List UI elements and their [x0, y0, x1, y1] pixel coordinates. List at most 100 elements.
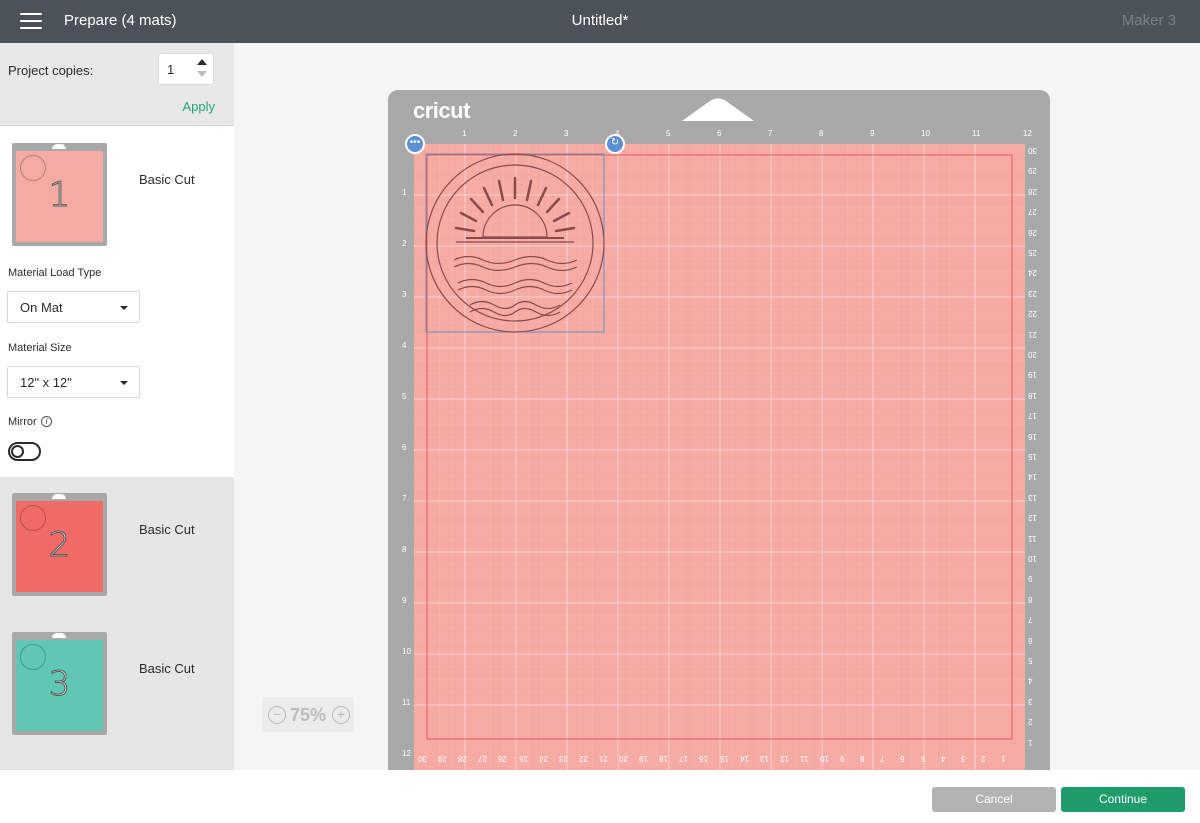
ruler-left-tick-label: 9 — [402, 596, 407, 605]
ruler-bottom-tick-label: 28 — [458, 754, 468, 763]
ruler-right-tick-label: 24 — [1028, 268, 1037, 278]
mat-number: 1 — [48, 175, 71, 216]
ruler-top-tick-label: 2 — [513, 129, 518, 138]
ruler-right-tick-label: 3 — [1028, 696, 1033, 706]
ruler-top-tick-label: 6 — [717, 129, 722, 138]
mat-thumbnail[interactable]: 2 — [12, 493, 107, 596]
sidebar: Project copies: 1 Apply 1 Basic Cut Mate… — [0, 43, 234, 823]
ruler-left-tick-label: 3 — [402, 290, 407, 299]
mat-grid[interactable] — [388, 90, 1050, 770]
ruler-right-tick-label: 1 — [1028, 737, 1033, 747]
continue-button[interactable]: Continue — [1061, 787, 1185, 812]
ruler-right-tick-label: 27 — [1028, 207, 1037, 217]
ruler-left-tick-label: 8 — [402, 545, 407, 554]
material-size-select[interactable]: 12" x 12" — [7, 366, 140, 398]
zoom-control: − 75% + — [262, 697, 354, 732]
ruler-bottom-tick-label: 9 — [840, 754, 845, 763]
ruler-right-tick-label: 26 — [1028, 227, 1037, 237]
ruler-right-tick-label: 2 — [1028, 717, 1033, 727]
ruler-right-tick-label: 28 — [1028, 186, 1037, 196]
ruler-right-tick-label: 14 — [1028, 472, 1037, 482]
ruler-left-tick-label: 1 — [402, 188, 407, 197]
chevron-down-icon — [120, 381, 128, 385]
mat-item-1[interactable]: 1 Basic Cut — [0, 127, 234, 267]
ruler-bottom-tick-label: 20 — [619, 754, 628, 763]
ruler-bottom-tick-label: 1 — [1000, 754, 1006, 763]
document-title: Untitled* — [571, 12, 629, 29]
mat-thumbnail[interactable]: 3 — [12, 632, 107, 735]
ruler-bottom-tick-label: 22 — [578, 754, 588, 763]
ruler-right-tick-label: 16 — [1028, 431, 1037, 441]
ruler-left-tick-label: 11 — [402, 698, 411, 707]
ruler-bottom-tick-label: 11 — [799, 754, 809, 763]
ruler-top-tick-label: 1 — [462, 129, 467, 138]
mat-item-2[interactable]: 2 Basic Cut — [0, 477, 234, 617]
ruler-bottom-tick-label: 4 — [940, 754, 946, 763]
ruler-bottom-tick-label: 23 — [558, 754, 568, 763]
ruler-right-tick-label: 25 — [1028, 248, 1037, 257]
ruler-right-tick-label: 15 — [1028, 452, 1037, 461]
mirror-label: Mirror — [8, 416, 37, 428]
ruler-right-tick-label: 30 — [1028, 146, 1037, 155]
ruler-bottom-tick-label: 21 — [598, 754, 608, 763]
info-icon[interactable]: i — [41, 416, 52, 427]
zoom-out-button[interactable]: − — [268, 706, 286, 724]
menu-icon[interactable] — [20, 13, 42, 30]
page-title: Prepare (4 mats) — [64, 12, 177, 29]
material-load-type-value: On Mat — [20, 300, 63, 315]
mat-label: Basic Cut — [139, 172, 195, 187]
chevron-down-icon — [120, 306, 128, 310]
ruler-bottom-tick-label: 29 — [438, 754, 447, 763]
ruler-right-tick-label: 22 — [1028, 309, 1037, 319]
ruler-left-tick-label: 2 — [402, 239, 407, 248]
ruler-bottom-tick-label: 12 — [779, 754, 789, 763]
mat-item-3[interactable]: 3 Basic Cut — [0, 616, 234, 756]
ruler-top-tick-label: 9 — [870, 129, 875, 138]
more-options-icon[interactable]: ••• — [405, 134, 425, 154]
decrement-icon[interactable] — [197, 71, 207, 77]
rotate-icon[interactable]: ↻ — [605, 134, 625, 154]
ruler-top-tick-label: 10 — [921, 129, 930, 138]
ruler-bottom-tick-label: 30 — [418, 754, 427, 763]
ruler-right-tick-label: 10 — [1028, 554, 1037, 563]
mat-label: Basic Cut — [139, 661, 195, 676]
ruler-bottom-tick-label: 3 — [960, 754, 966, 763]
project-copies-value[interactable]: 1 — [167, 62, 174, 77]
material-load-type-select[interactable]: On Mat — [7, 291, 140, 323]
project-copies-stepper[interactable]: 1 — [158, 53, 214, 85]
ruler-top-tick-label: 5 — [666, 129, 671, 138]
ruler-right-tick-label: 17 — [1028, 411, 1037, 421]
ruler-right-tick-label: 4 — [1028, 676, 1033, 686]
ruler-bottom-tick-label: 24 — [538, 754, 548, 763]
ruler-right-tick-label: 5 — [1028, 656, 1033, 665]
increment-icon[interactable] — [197, 59, 207, 65]
mat-thumbnail[interactable]: 1 — [12, 143, 107, 246]
cutting-mat[interactable]: cricut 1 2 3 5 6 7 8 9 10 11 12 1 2 3 4 … — [388, 90, 1050, 770]
zoom-in-button[interactable]: + — [332, 706, 350, 724]
ruler-right-tick-label: 11 — [1028, 533, 1037, 543]
cancel-button[interactable]: Cancel — [932, 787, 1056, 812]
ruler-bottom-tick-label: 8 — [860, 754, 865, 763]
ruler-left-tick-label: 5 — [402, 392, 407, 401]
ruler-top-tick-label: 11 — [972, 129, 981, 138]
ruler-right-tick-label: 23 — [1028, 288, 1037, 298]
apply-button[interactable]: Apply — [182, 99, 215, 114]
ruler-left-tick-label: 10 — [402, 647, 411, 656]
ruler-top-tick-label: 12 — [1023, 129, 1032, 138]
ruler-bottom-tick-label: 26 — [498, 754, 508, 763]
ruler-right-tick-label: 6 — [1028, 635, 1033, 645]
ruler-left-tick-label: 6 — [402, 443, 407, 452]
ruler-bottom-tick-label: 7 — [880, 754, 885, 763]
ruler-right-tick-label: 8 — [1028, 594, 1033, 604]
top-bar: Prepare (4 mats) Untitled* Maker 3 — [0, 0, 1200, 43]
mat-label: Basic Cut — [139, 522, 195, 537]
inactive-mats-panel: 2 Basic Cut 3 Basic Cut — [0, 477, 234, 770]
ruler-bottom-tick-label: 13 — [759, 754, 769, 763]
ruler-bottom-tick-label: 27 — [478, 754, 488, 763]
ruler-bottom-tick-label: 18 — [659, 754, 669, 763]
ruler-right-tick-label: 12 — [1028, 513, 1037, 523]
mirror-toggle[interactable] — [8, 442, 41, 461]
footer: Cancel Continue — [234, 770, 1200, 823]
ruler-bottom-tick-label: 10 — [820, 754, 829, 763]
material-size-label: Material Size — [8, 342, 72, 354]
